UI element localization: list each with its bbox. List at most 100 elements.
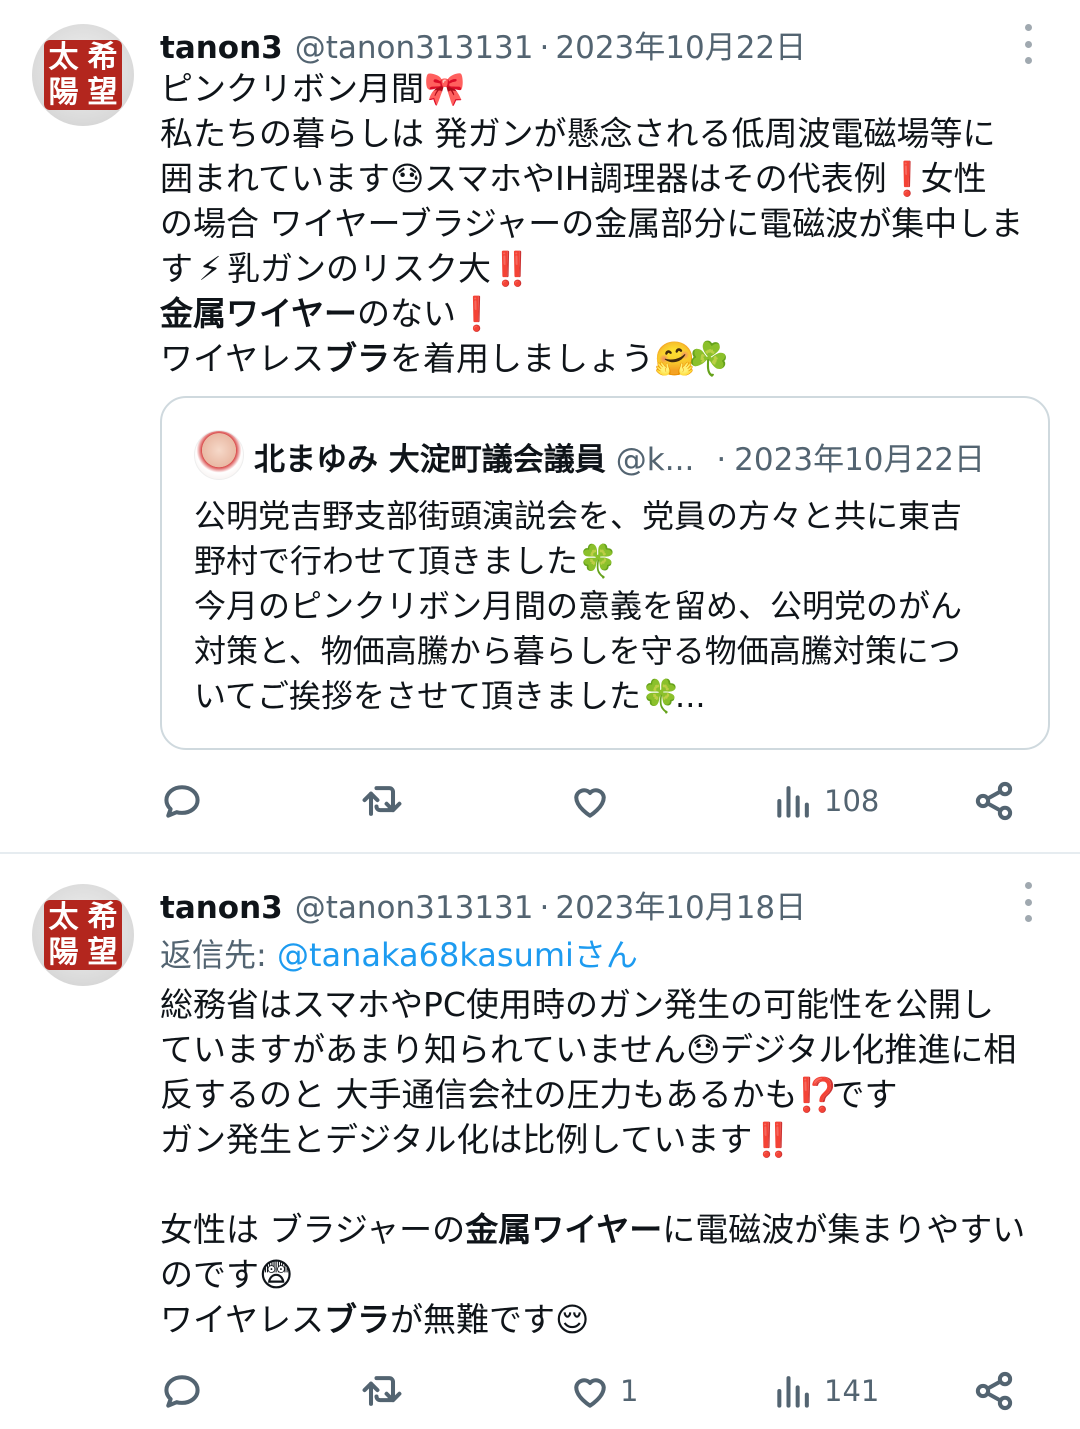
reply-icon — [164, 785, 200, 818]
bold-text: ブラ — [324, 1300, 391, 1339]
emoji: 🍀 — [641, 677, 681, 715]
text-segment: に電磁波が集まりやすい — [662, 1210, 1026, 1249]
retweet-icon — [362, 1376, 402, 1406]
text-segment: です — [831, 1075, 898, 1114]
seal-char: 望 — [87, 74, 118, 110]
reply-icon — [164, 1375, 200, 1408]
meta-separator: · — [539, 890, 550, 926]
meta-separator: · — [716, 442, 727, 478]
share-icon — [975, 781, 1013, 821]
avatar-seal: 太 希 陽 望 — [44, 40, 122, 110]
emoji: ☘️ — [688, 339, 730, 378]
share-button[interactable] — [972, 776, 1016, 826]
retweet-button[interactable] — [360, 1366, 404, 1416]
emoji: 🎀 — [424, 69, 466, 108]
text-segment: ガン発生とデジタル化は比例しています — [160, 1120, 753, 1159]
emoji: ❗ — [886, 159, 928, 198]
display-name[interactable]: tanon3 — [160, 30, 283, 66]
text-line: の場合 ワイヤーブラジャーの金属部分に電磁波が集中しま — [160, 201, 1060, 246]
reply-mention-link[interactable]: @tanaka68kasumiさん — [277, 936, 638, 974]
seal-char: 太 — [48, 39, 79, 75]
tweet-header: tanon3 @tanon313131 · 2023年10月22日 — [160, 22, 806, 67]
text-segment: ... — [675, 677, 706, 715]
emoji: ⁉️ — [797, 1075, 839, 1114]
text-segment: 女性 — [920, 159, 987, 198]
text-segment: 反するのと 大手通信会社の圧力もあるかも — [160, 1075, 798, 1114]
quoted-header: 北まゆみ 大淀町議会議員 @k... · 2023年10月22日 — [254, 434, 985, 479]
heart-icon — [574, 788, 606, 818]
text-line: 女性は ブラジャーの金属ワイヤーに電磁波が集まりやすい — [160, 1207, 1060, 1252]
emoji: ‼️ — [491, 249, 533, 288]
text-line: ていますがあまり知られていません😓デジタル化推進に相 — [160, 1027, 1060, 1072]
heart-icon — [574, 1378, 606, 1408]
text-line: ワイヤレスブラを着用しましょう🤗☘️ — [160, 336, 1060, 381]
quoted-text: 公明党吉野支部街頭演説会を、党員の方々と共に東吉 野村で行わせて頂きました🍀 今月の… — [194, 494, 1034, 719]
text-line: ピンクリボン月間🎀 — [160, 66, 1060, 111]
text-line — [160, 1162, 1060, 1207]
avatar[interactable]: 太 希 陽 望 — [32, 884, 134, 986]
more-options-icon[interactable] — [1016, 24, 1040, 64]
tweet-header: tanon3 @tanon313131 · 2023年10月18日 — [160, 882, 806, 927]
share-button[interactable] — [972, 1366, 1016, 1416]
like-button[interactable] — [568, 776, 620, 826]
action-bar: 108 — [160, 776, 1040, 826]
text-segment: 私たちの暮らしは 発ガンが懸念される低周波電磁場等に — [160, 114, 996, 153]
views-icon — [777, 786, 809, 818]
seal-char: 望 — [87, 934, 118, 970]
bold-text: 金属ワイヤー — [160, 294, 358, 333]
text-line: す ⚡ 乳ガンのリスク大‼️ — [160, 246, 1060, 291]
emoji: 😓 — [390, 159, 425, 198]
text-segment: 今月のピンクリボン月間の意義を留め、公明党のがん — [194, 587, 963, 625]
emoji: ‼️ — [752, 1120, 794, 1159]
text-segment: のない — [357, 294, 457, 333]
seal-char: 陽 — [48, 934, 79, 970]
avatar-seal: 太 希 陽 望 — [44, 900, 122, 970]
like-button[interactable]: 1 — [568, 1366, 638, 1416]
meta-separator: · — [539, 30, 550, 66]
emoji: 😨 — [259, 1255, 294, 1294]
text-line: 私たちの暮らしは 発ガンが懸念される低周波電磁場等に — [160, 111, 1060, 156]
text-segment: スマホやIH調理器はその代表例 — [424, 159, 887, 198]
reply-button[interactable] — [160, 776, 204, 826]
retweet-button[interactable] — [360, 776, 404, 826]
action-bar: 1 141 — [160, 1366, 1040, 1416]
text-segment: のです — [160, 1255, 259, 1294]
text-segment: の場合 ワイヤーブラジャーの金属部分に電磁波が集中しま — [160, 204, 1024, 243]
tweet-date[interactable]: 2023年10月22日 — [555, 22, 806, 67]
text-segment: 総務省はスマホやPC使用時のガン発生の可能性を公開し — [160, 985, 994, 1024]
views-button[interactable]: 108 — [772, 776, 879, 826]
quoted-tweet[interactable]: 北まゆみ 大淀町議会議員 @k... · 2023年10月22日 公明党吉野支部… — [160, 396, 1050, 750]
avatar[interactable]: 太 希 陽 望 — [32, 24, 134, 126]
emoji: 😌 — [555, 1300, 590, 1339]
text-segment: 乳ガンのリスク大 — [227, 249, 491, 288]
retweet-icon — [362, 786, 402, 816]
quoted-avatar[interactable] — [194, 430, 244, 480]
text-segment: 対策と、物価高騰から暮らしを守る物価高騰対策につ — [194, 632, 961, 670]
text-segment: いてご挨拶をさせて頂きました — [194, 677, 642, 715]
text-segment: が無難です — [390, 1300, 556, 1339]
more-options-icon[interactable] — [1016, 882, 1040, 922]
quoted-user-handle: @k... — [615, 442, 695, 478]
reply-button[interactable] — [160, 1366, 204, 1416]
text-line: 今月のピンクリボン月間の意義を留め、公明党のがん — [194, 584, 1034, 629]
tweet-date[interactable]: 2023年10月18日 — [555, 882, 806, 927]
text-segment: す — [160, 249, 193, 288]
text-line: 囲まれています😓スマホやIH調理器はその代表例❗女性 — [160, 156, 1060, 201]
tweet-text: 総務省はスマホやPC使用時のガン発生の可能性を公開し ていますがあまり知られていま… — [160, 982, 1060, 1342]
tweet[interactable]: 太 希 陽 望 tanon3 @tanon313131 · 2023年10月18… — [0, 852, 1080, 1429]
display-name[interactable]: tanon3 — [160, 890, 283, 926]
quoted-display-name: 北まゆみ 大淀町議会議員 — [254, 442, 606, 478]
text-line: 対策と、物価高騰から暮らしを守る物価高騰対策につ — [194, 629, 1034, 674]
user-handle[interactable]: @tanon313131 — [295, 30, 534, 66]
tweet[interactable]: 太 希 陽 望 tanon3 @tanon313131 · 2023年10月22… — [0, 0, 1080, 852]
share-icon — [975, 1371, 1013, 1411]
text-line: 公明党吉野支部街頭演説会を、党員の方々と共に東吉 — [194, 494, 1034, 539]
views-button[interactable]: 141 — [772, 1366, 879, 1416]
user-handle[interactable]: @tanon313131 — [295, 890, 534, 926]
views-count: 141 — [824, 1374, 880, 1408]
views-count: 108 — [824, 784, 880, 818]
text-line: 反するのと 大手通信会社の圧力もあるかも⁉️です — [160, 1072, 1060, 1117]
text-line: 野村で行わせて頂きました🍀 — [194, 539, 1034, 584]
emoji: 🤗 — [654, 339, 696, 378]
text-segment: を着用しましょう — [390, 339, 655, 378]
